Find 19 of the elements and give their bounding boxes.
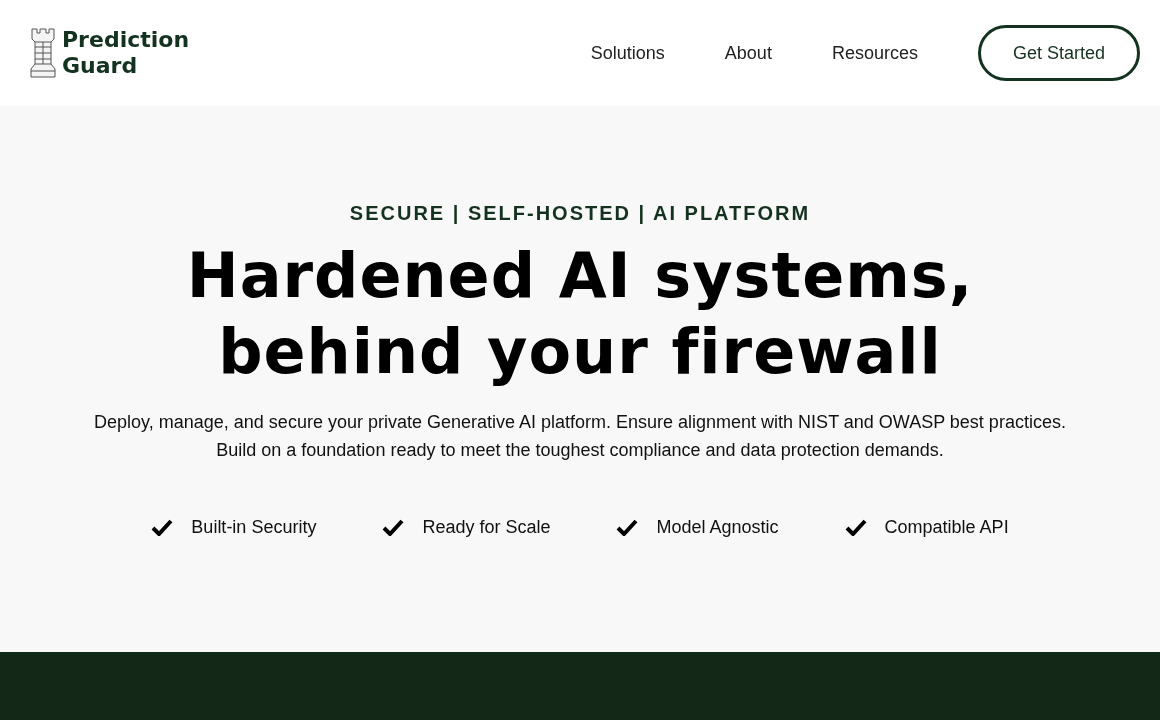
- check-icon: [382, 519, 405, 536]
- feature-label: Compatible API: [884, 516, 1009, 539]
- hero-title: behind your firewall: [218, 314, 942, 390]
- feature-label: Model Agnostic: [656, 516, 779, 539]
- check-icon: [844, 519, 867, 536]
- nav-link[interactable]: Solutions: [590, 39, 665, 67]
- check-icon: [616, 519, 639, 536]
- hero-title: Hardened AI systems,: [186, 238, 974, 314]
- get-started-button[interactable]: Get Started: [977, 25, 1140, 81]
- nav-link[interactable]: About: [724, 39, 772, 67]
- nav-link[interactable]: Resources: [831, 39, 918, 67]
- eyebrow-text: SECURE | SELF-HOSTED | AI PLATFORM: [349, 201, 811, 226]
- feature-label: Ready for Scale: [422, 516, 551, 539]
- rook-logo-icon: [28, 27, 58, 79]
- logo-text: Prediction: [62, 27, 190, 53]
- check-icon: [151, 519, 174, 536]
- hero-description: Deploy, manage, and secure your private Generative AI platform. Ensure alignment with NIST and OWASP best practices. Build on a foundation ready to meet the toughest compliance and data protection demands.: [93, 411, 1067, 462]
- feature-label: Built-in Security: [191, 516, 317, 539]
- logo-text: Guard: [62, 53, 139, 79]
